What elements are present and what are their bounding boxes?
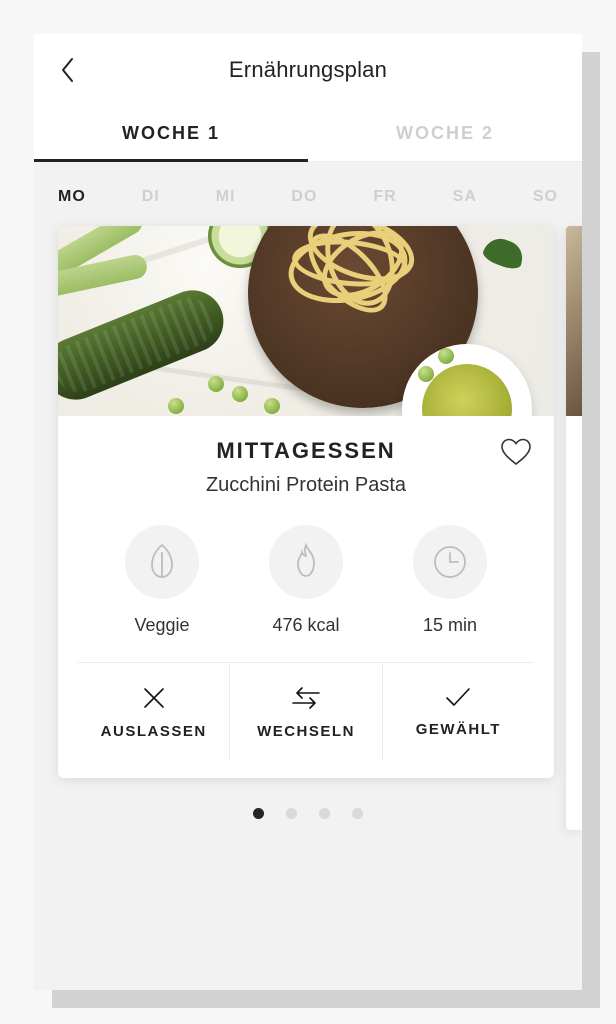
stat-diet-label: Veggie [134,615,189,636]
favorite-button[interactable] [496,432,536,472]
pager-dot-4[interactable] [352,808,363,819]
flame-icon [290,542,322,582]
pager-dot-1[interactable] [253,808,264,819]
stat-calories-label: 476 kcal [272,615,339,636]
tab-week-2[interactable]: WOCHE 2 [308,106,582,161]
close-icon [141,685,167,711]
heart-icon [499,437,533,467]
skip-button[interactable]: AUSLASSEN [78,663,230,760]
day-mo[interactable]: MO [58,188,86,206]
pager-dots [34,778,582,819]
meal-title: Zucchini Protein Pasta [78,474,534,497]
week-tabs: WOCHE 1 WOCHE 2 [34,106,582,162]
stat-time: 15 min [395,525,505,636]
pager-dot-3[interactable] [319,808,330,819]
swap-icon [289,685,323,711]
chevron-left-icon [59,56,77,84]
swap-button[interactable]: WECHSELN [230,663,382,760]
meal-image [58,226,554,416]
content-area: MO DI MI DO FR SA SO [34,162,582,990]
app-header: Ernährungsplan [34,34,582,106]
next-meal-peek[interactable] [566,226,582,830]
day-sa[interactable]: SA [453,188,477,206]
day-do[interactable]: DO [291,188,317,206]
day-mi[interactable]: MI [216,188,236,206]
clock-icon [431,543,469,581]
meal-carousel[interactable]: MITTAGESSEN Zucchini Protein Pasta [34,226,582,778]
stat-calories: 476 kcal [251,525,361,636]
skip-label: AUSLASSEN [101,723,207,740]
stat-time-label: 15 min [423,615,477,636]
day-selector: MO DI MI DO FR SA SO [34,162,582,226]
meal-actions: AUSLASSEN WECHSELN [78,662,534,760]
day-so[interactable]: SO [533,188,558,206]
swap-label: WECHSELN [257,723,355,740]
check-icon [443,685,473,709]
meal-card[interactable]: MITTAGESSEN Zucchini Protein Pasta [58,226,554,778]
back-button[interactable] [48,34,88,106]
stat-diet: Veggie [107,525,217,636]
day-fr[interactable]: FR [373,188,396,206]
meal-type-label: MITTAGESSEN [78,438,534,464]
choose-label: GEWÄHLT [416,721,501,738]
pager-dot-2[interactable] [286,808,297,819]
app-screen: Ernährungsplan WOCHE 1 WOCHE 2 MO DI MI … [34,34,582,990]
meal-card-body: MITTAGESSEN Zucchini Protein Pasta [58,416,554,778]
leaf-icon [145,542,179,582]
choose-button[interactable]: GEWÄHLT [383,663,534,760]
meal-stats: Veggie 476 kcal [78,525,534,636]
day-di[interactable]: DI [142,188,160,206]
tab-week-1[interactable]: WOCHE 1 [34,106,308,161]
page-title: Ernährungsplan [34,57,582,83]
